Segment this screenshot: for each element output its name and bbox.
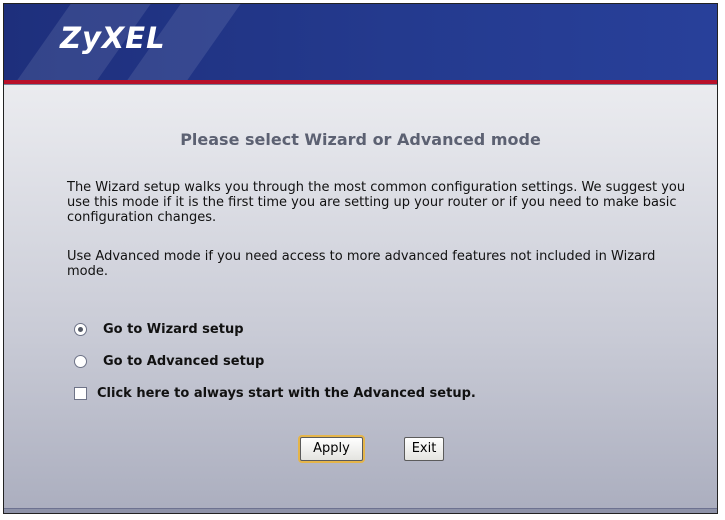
apply-button[interactable]: Apply	[300, 437, 363, 461]
wizard-setup-radio[interactable]	[74, 322, 87, 336]
footer-divider	[4, 508, 717, 513]
zyxel-logo: ZyXEL	[60, 21, 166, 55]
setup-mode-window: ZyXEL Please select Wizard or Advanced m…	[3, 3, 718, 514]
always-advanced-label[interactable]: Click here to always start with the Adva…	[97, 386, 476, 401]
exit-button[interactable]: Exit	[404, 437, 444, 461]
wizard-description: The Wizard setup walks you through the m…	[67, 180, 686, 225]
advanced-setup-option[interactable]: Go to Advanced setup	[74, 351, 264, 371]
page-title: Please select Wizard or Advanced mode	[180, 130, 541, 149]
always-advanced-option[interactable]: Click here to always start with the Adva…	[74, 383, 476, 403]
advanced-description: Use Advanced mode if you need access to …	[67, 249, 656, 279]
advanced-setup-radio[interactable]	[74, 354, 87, 368]
header-banner: ZyXEL	[4, 4, 717, 80]
wizard-setup-label[interactable]: Go to Wizard setup	[103, 322, 244, 337]
header-divider	[4, 84, 717, 85]
wizard-setup-option[interactable]: Go to Wizard setup	[74, 319, 244, 339]
advanced-setup-label[interactable]: Go to Advanced setup	[103, 354, 264, 369]
always-advanced-checkbox[interactable]	[74, 386, 87, 400]
